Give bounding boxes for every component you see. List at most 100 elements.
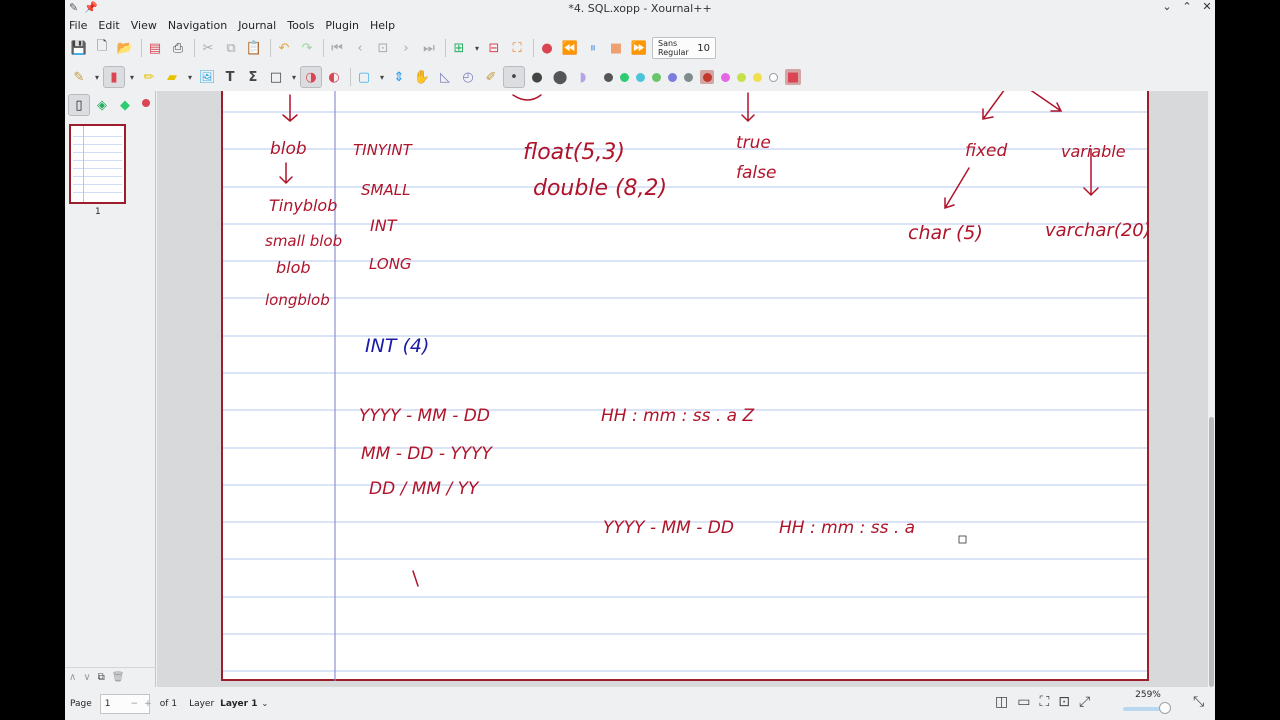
page-number-input[interactable]: 1 − +: [99, 693, 152, 714]
vertical-space-icon[interactable]: ⇕: [389, 67, 409, 87]
layer-selector[interactable]: Layer 1: [220, 699, 257, 709]
menu-view[interactable]: View: [131, 19, 157, 32]
move-up-icon[interactable]: ∧: [69, 672, 76, 683]
color-red-selected[interactable]: [700, 70, 714, 84]
chevron-down-icon[interactable]: ▾: [472, 38, 482, 58]
zoom-fit-icon[interactable]: ⤢: [1079, 694, 1090, 710]
latex-icon[interactable]: Σ: [243, 67, 263, 87]
fullscreen-toggle-icon[interactable]: ⤡: [1193, 694, 1204, 710]
delete-page-sidebar-icon[interactable]: 🗑: [112, 672, 125, 683]
fast-forward-icon[interactable]: ⏩: [629, 38, 649, 58]
insert-page-icon[interactable]: ⊞: [449, 38, 469, 58]
fullscreen-icon[interactable]: ⛶: [507, 38, 527, 58]
goto-page-icon[interactable]: ⊡: [373, 38, 393, 58]
maximize-button[interactable]: ⌃: [1181, 0, 1193, 13]
pen-options-chevron-icon[interactable]: ▾: [92, 67, 102, 87]
c2-small: SMALL: [361, 181, 410, 199]
color-dark-gray[interactable]: [604, 72, 613, 82]
next-page-icon[interactable]: ›: [396, 38, 416, 58]
shape-tool-icon[interactable]: □: [266, 67, 286, 87]
rewind-icon[interactable]: ⏪: [560, 38, 580, 58]
shape-recognizer-icon[interactable]: ◐: [324, 67, 344, 87]
vertical-scrollbar[interactable]: [1208, 91, 1215, 687]
color-cyan[interactable]: [636, 72, 645, 82]
fill-icon[interactable]: ◗: [573, 67, 593, 87]
pause-icon[interactable]: ⏸: [583, 38, 603, 58]
save-icon[interactable]: 💾: [69, 38, 89, 58]
color-green[interactable]: [620, 72, 629, 82]
font-selector[interactable]: Sans Regular 10: [652, 37, 716, 59]
zoom-slider-handle[interactable]: [1159, 702, 1171, 714]
menu-navigation[interactable]: Navigation: [168, 19, 227, 32]
copy-icon[interactable]: ⧉: [221, 38, 241, 58]
open-folder-icon[interactable]: 📂: [115, 38, 135, 58]
thin-dot-icon[interactable]: •: [503, 66, 525, 88]
shape-options-chevron-icon[interactable]: ▾: [289, 67, 299, 87]
eraser-options-chevron-icon[interactable]: ▾: [127, 67, 137, 87]
image-options-chevron-icon[interactable]: ▾: [185, 67, 195, 87]
delete-page-icon[interactable]: ⊟: [484, 38, 504, 58]
redo-icon[interactable]: ↷: [297, 38, 317, 58]
thick-dot-icon[interactable]: ⬤: [550, 67, 570, 87]
medium-dot-icon[interactable]: ●: [527, 67, 547, 87]
select-rect-icon[interactable]: ▢: [354, 67, 374, 87]
export-pdf-icon[interactable]: ▤: [145, 38, 165, 58]
minimize-button[interactable]: ⌄: [1161, 0, 1173, 13]
decrement-icon[interactable]: −: [131, 699, 139, 709]
layer-chevron-icon[interactable]: ⌄: [262, 699, 269, 708]
note-page[interactable]: blob Tinyblob small blob blob longblob T…: [221, 91, 1149, 681]
c2-long: LONG: [369, 255, 412, 273]
print-icon[interactable]: ⎙: [168, 38, 188, 58]
first-page-icon[interactable]: ⏮: [327, 38, 347, 58]
insert-image-icon[interactable]: 🖼: [197, 67, 217, 87]
increment-icon[interactable]: +: [144, 699, 152, 709]
layer-stack-tab-icon[interactable]: ◆: [115, 95, 135, 115]
setsquare-icon[interactable]: ◺: [435, 67, 455, 87]
paste-icon[interactable]: 📋: [244, 38, 264, 58]
menu-journal[interactable]: Journal: [238, 19, 276, 32]
fit-width-icon[interactable]: ⛶: [1039, 694, 1049, 710]
copy-page-icon[interactable]: ⧉: [98, 672, 105, 683]
color-magenta[interactable]: [721, 72, 730, 82]
menu-tools[interactable]: Tools: [287, 19, 314, 32]
undo-icon[interactable]: ↶: [274, 38, 294, 58]
new-document-icon[interactable]: 🗋: [92, 38, 112, 58]
stop-icon[interactable]: ■: [606, 38, 626, 58]
compass-icon[interactable]: ◴: [458, 67, 478, 87]
record-icon[interactable]: ●: [537, 38, 557, 58]
page-preview-tab-icon[interactable]: ▯: [68, 94, 90, 116]
fit-page-icon[interactable]: ⊡: [1058, 694, 1070, 710]
last-page-icon[interactable]: ⏭: [419, 38, 439, 58]
menu-plugin[interactable]: Plugin: [325, 19, 359, 32]
select-options-chevron-icon[interactable]: ▾: [377, 67, 387, 87]
close-button[interactable]: ✕: [1201, 0, 1213, 13]
color-blue-violet[interactable]: [668, 72, 677, 82]
sidebar-close-icon[interactable]: [142, 99, 150, 107]
page-thumbnail[interactable]: [69, 124, 126, 204]
menu-edit[interactable]: Edit: [98, 19, 119, 32]
hand-icon[interactable]: ✋: [412, 67, 432, 87]
custom-color-icon[interactable]: ■: [785, 69, 801, 85]
default-tool-icon[interactable]: ✐: [481, 67, 501, 87]
text-tool-icon[interactable]: T: [220, 67, 240, 87]
layer-tab-icon[interactable]: ◈: [92, 95, 112, 115]
menu-help[interactable]: Help: [370, 19, 395, 32]
color-lime[interactable]: [737, 72, 746, 82]
highlighter-icon[interactable]: ✏: [139, 67, 159, 87]
move-down-icon[interactable]: ∨: [83, 672, 90, 683]
cut-icon[interactable]: ✂: [198, 38, 218, 58]
color-light-green[interactable]: [652, 72, 661, 82]
color-white[interactable]: [769, 72, 778, 82]
eraser-icon[interactable]: ▮: [103, 66, 125, 88]
two-page-view-icon[interactable]: ◫: [995, 694, 1008, 710]
image-tool-icon[interactable]: ▰: [162, 67, 182, 87]
scrollbar-thumb[interactable]: [1209, 417, 1214, 687]
menu-file[interactable]: File: [69, 19, 87, 32]
ruler-snap-icon[interactable]: ◑: [300, 66, 322, 88]
previous-page-icon[interactable]: ‹: [350, 38, 370, 58]
color-gray[interactable]: [684, 72, 693, 82]
pen-icon[interactable]: ✎: [69, 67, 89, 87]
presentation-icon[interactable]: ▭: [1017, 694, 1030, 710]
color-yellow[interactable]: [753, 72, 762, 82]
document-canvas[interactable]: blob Tinyblob small blob blob longblob T…: [157, 91, 1215, 687]
